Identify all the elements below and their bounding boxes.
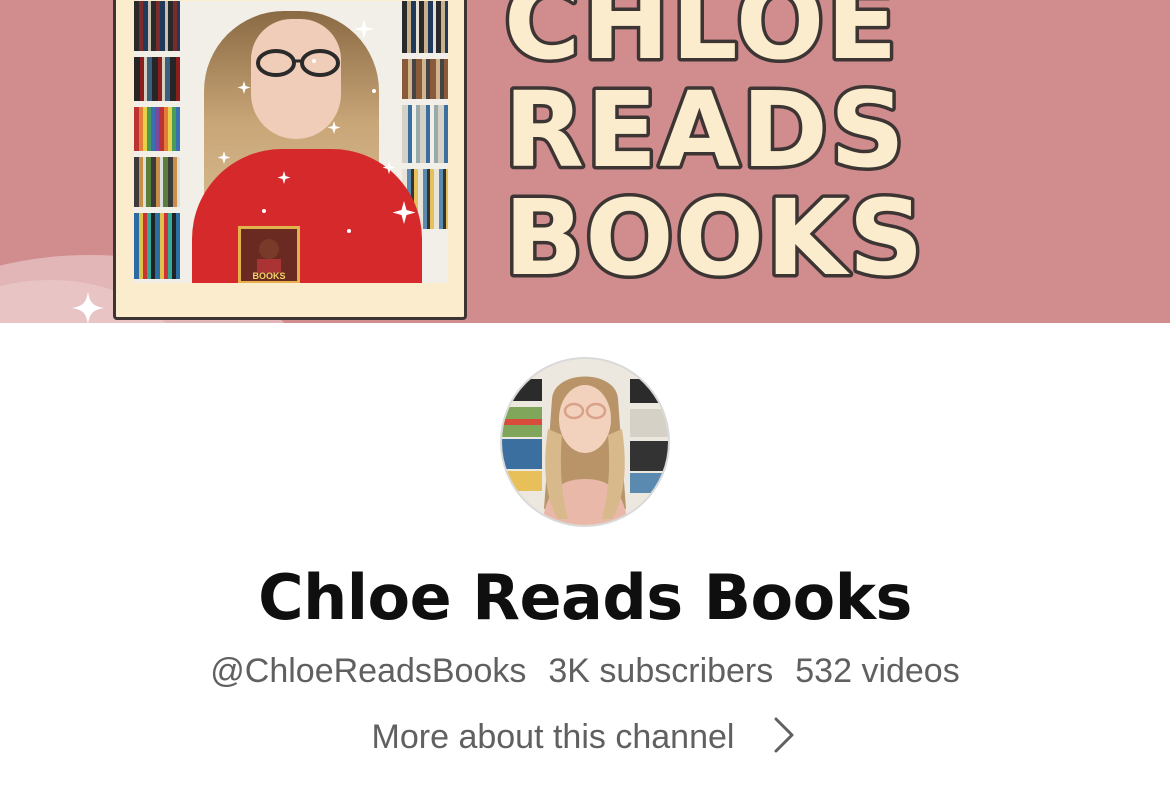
banner-photo-frame: BOOKS [113,0,467,320]
channel-meta: @ChloeReadsBooks 3K subscribers 532 videos [0,648,1170,694]
more-about-label: More about this channel [371,718,735,756]
avatar-image [502,359,668,525]
subscriber-count: 3K subscribers [548,652,774,690]
channel-page: BOOKS CHLOE READS BOOKS Chloe Reads Book… [0,0,1170,786]
banner-title-line-2: READS [504,69,907,191]
channel-handle: @ChloeReadsBooks [210,652,527,690]
video-count: 532 videos [795,652,960,690]
banner-title: CHLOE READS BOOKS [501,0,928,298]
channel-name: Chloe Reads Books [258,561,912,634]
channel-banner: BOOKS CHLOE READS BOOKS [0,0,1170,323]
chevron-right-icon [774,717,794,753]
sparkle-icon [72,292,104,323]
banner-photo: BOOKS [134,1,448,283]
more-about-channel-link[interactable]: More about this channel [0,714,1170,760]
banner-title-line-3: BOOKS [504,177,926,298]
sparkle-overlay [217,19,416,233]
channel-avatar[interactable] [500,357,670,527]
